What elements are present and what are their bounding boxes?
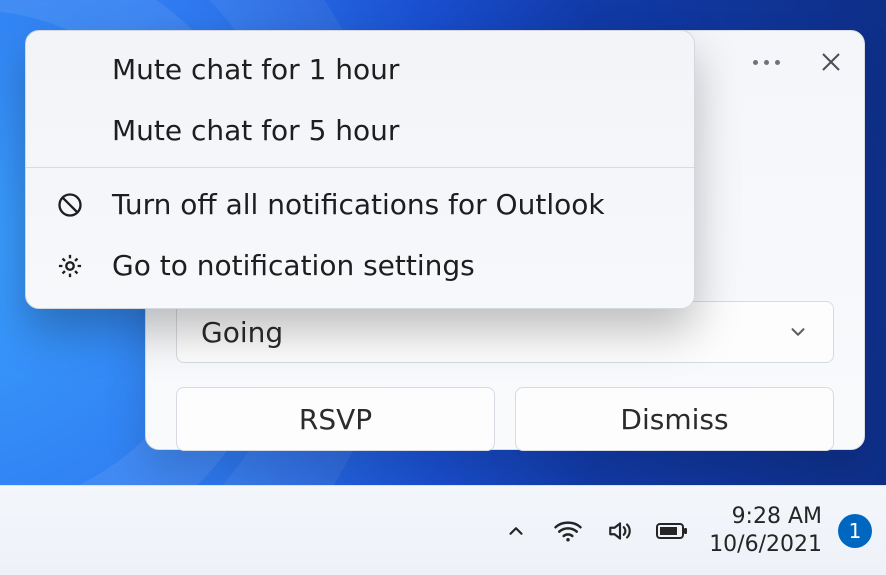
notification-badge[interactable]: 1 xyxy=(838,514,872,548)
menu-item-turn-off-app[interactable]: Turn off all notifications for Outlook xyxy=(26,174,694,235)
notification-badge-count: 1 xyxy=(849,519,862,543)
menu-separator xyxy=(26,167,694,168)
menu-item-mute-5h[interactable]: Mute chat for 5 hour xyxy=(26,100,694,161)
notification-context-menu: Mute chat for 1 hour Mute chat for 5 hou… xyxy=(25,30,695,309)
dismiss-button-label: Dismiss xyxy=(620,403,728,436)
tray-overflow-icon[interactable] xyxy=(499,520,533,542)
volume-icon[interactable] xyxy=(603,518,637,544)
menu-item-label: Mute chat for 5 hour xyxy=(112,114,399,147)
dismiss-button[interactable]: Dismiss xyxy=(515,387,834,451)
taskbar-date: 10/6/2021 xyxy=(709,531,822,559)
rsvp-button-label: RSVP xyxy=(299,403,372,436)
menu-item-label: Mute chat for 1 hour xyxy=(112,53,399,86)
rsvp-button[interactable]: RSVP xyxy=(176,387,495,451)
menu-item-mute-1h[interactable]: Mute chat for 1 hour xyxy=(26,39,694,100)
battery-icon[interactable] xyxy=(655,520,689,542)
rsvp-select[interactable]: Going xyxy=(176,301,834,363)
wifi-icon[interactable] xyxy=(551,518,585,544)
ban-icon xyxy=(54,191,86,219)
system-tray xyxy=(499,518,689,544)
taskbar: 9:28 AM 10/6/2021 1 xyxy=(0,485,886,575)
menu-item-notification-settings[interactable]: Go to notification settings xyxy=(26,235,694,296)
rsvp-select-value: Going xyxy=(201,316,283,349)
menu-item-label: Go to notification settings xyxy=(112,249,475,282)
chevron-down-icon xyxy=(787,321,809,343)
menu-item-label: Turn off all notifications for Outlook xyxy=(112,188,605,221)
close-icon[interactable] xyxy=(820,51,842,73)
more-icon[interactable] xyxy=(747,54,786,71)
gear-icon xyxy=(54,252,86,280)
taskbar-clock[interactable]: 9:28 AM 10/6/2021 xyxy=(709,503,822,558)
taskbar-time: 9:28 AM xyxy=(709,503,822,531)
